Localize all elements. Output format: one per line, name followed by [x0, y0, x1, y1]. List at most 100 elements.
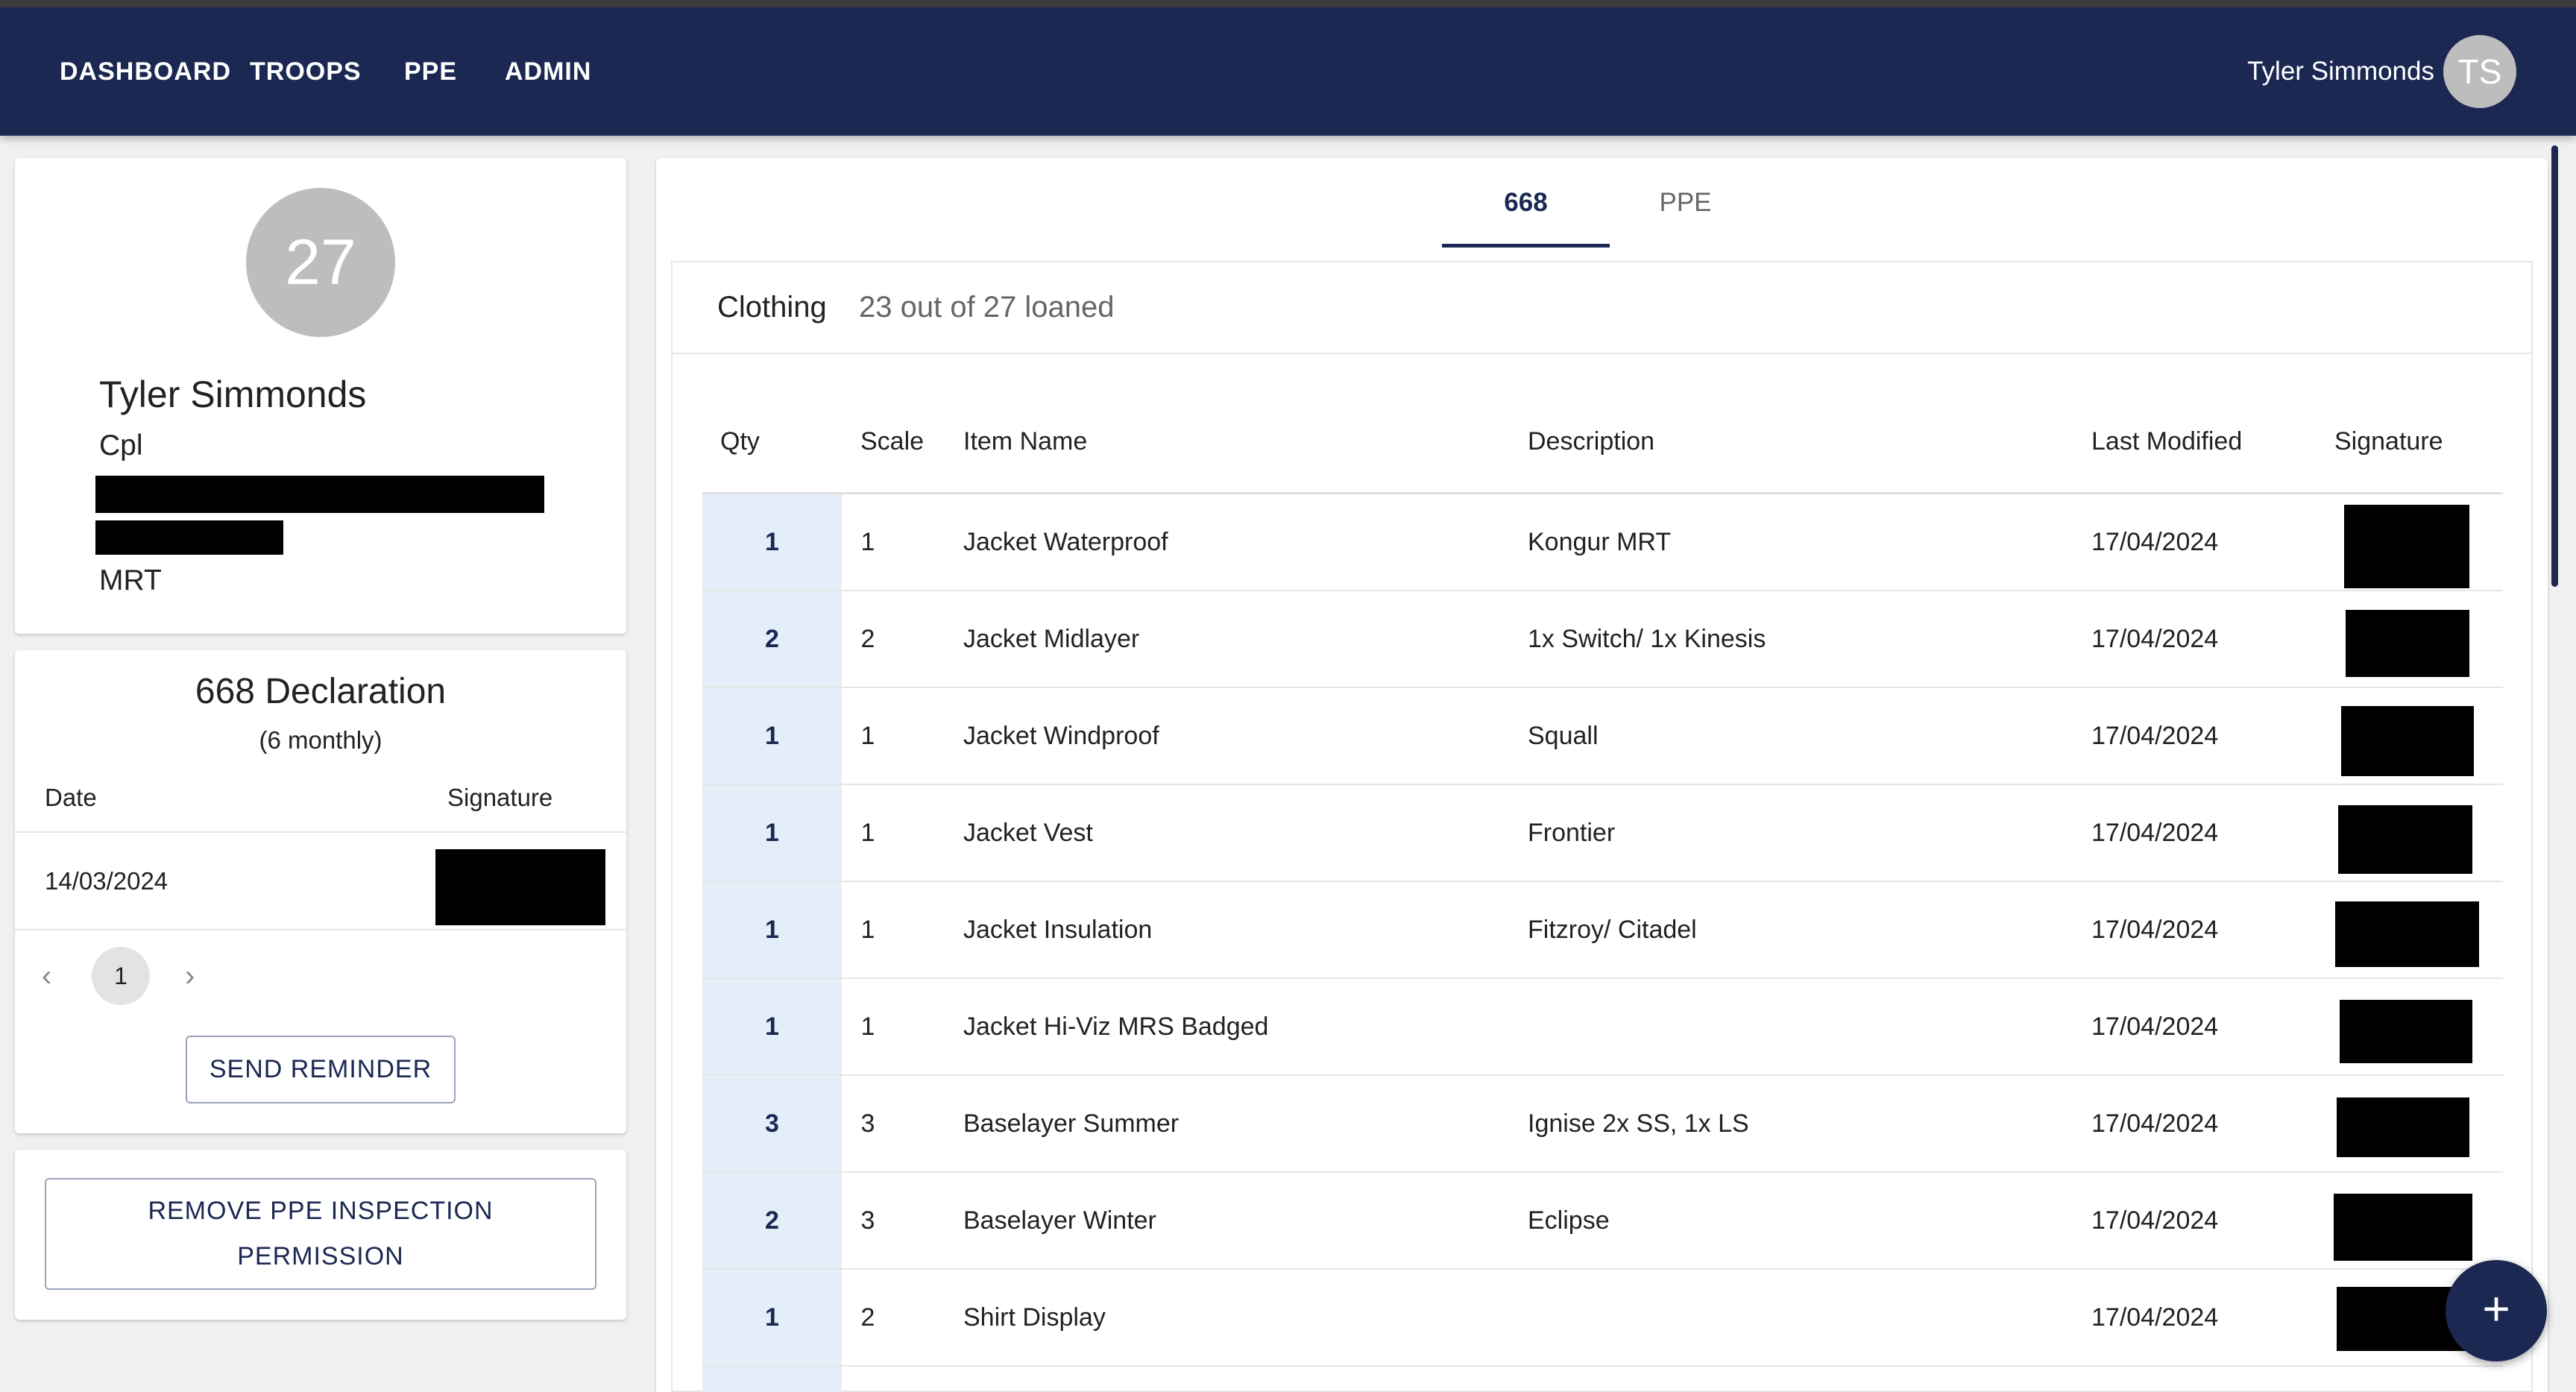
table-row[interactable]: 3 3 Baselayer Summer Ignise 2x SS, 1x LS 17/… — [702, 1076, 2503, 1173]
description-cell: Fitzroy/ Citadel — [1528, 916, 1697, 944]
add-item-button[interactable]: + — [2446, 1260, 2547, 1361]
qty-cell: 2 — [765, 1206, 779, 1235]
qty-cell: 1 — [765, 1012, 779, 1041]
declaration-col-signature: Signature — [447, 784, 553, 811]
qty-cell: 1 — [765, 819, 779, 847]
send-reminder-button[interactable]: SEND REMINDER — [186, 1036, 456, 1103]
signature-image — [2346, 610, 2469, 677]
table-row[interactable]: 2 2 Jacket Midlayer 1x Switch/ 1x Kinesis 17… — [702, 591, 2503, 688]
last-modified-cell: 17/04/2024 — [2091, 1012, 2219, 1041]
scale-cell: 1 — [860, 722, 875, 750]
table-row[interactable]: 1 1 Jacket Windproof Squall 17/04/2024 — [702, 688, 2503, 785]
signature-image — [435, 849, 605, 925]
table-row[interactable]: 1 1 Jacket Hi-Viz MRS Badged 17/04/2024 — [702, 979, 2503, 1076]
scale-cell: 3 — [860, 1109, 875, 1138]
declaration-col-date: Date — [45, 784, 97, 811]
button-label-line2: PERMISSION — [237, 1242, 404, 1270]
col-header-item-name[interactable]: Item Name — [963, 427, 1087, 456]
window-top-strip — [0, 0, 2576, 7]
table-row[interactable]: 1 2 Shirt Display 17/04/2024 — [702, 1270, 2503, 1367]
nav-dashboard[interactable]: DASHBOARD — [60, 7, 231, 136]
qty-cell: 1 — [765, 722, 779, 750]
remove-ppe-permission-button[interactable]: REMOVE PPE INSPECTION PERMISSION — [45, 1178, 596, 1290]
item-name-cell: Jacket Midlayer — [963, 625, 1140, 653]
nav-admin[interactable]: ADMIN — [505, 7, 591, 136]
qty-cell: 1 — [765, 1303, 779, 1332]
declaration-date: 14/03/2024 — [45, 867, 169, 895]
col-header-qty[interactable]: Qty — [720, 427, 760, 456]
scale-cell: 1 — [860, 528, 875, 556]
table-row[interactable]: 1 1 Jacket Waterproof Kongur MRT 17/04/2024 — [702, 494, 2503, 591]
col-header-last-modified[interactable]: Last Modified — [2091, 427, 2242, 456]
table-row[interactable]: 1 1 Jacket Vest Frontier 17/04/2024 — [702, 785, 2503, 882]
last-modified-cell: 17/04/2024 — [2091, 1206, 2219, 1235]
signature-image — [2334, 1194, 2472, 1261]
description-cell: Kongur MRT — [1528, 528, 1672, 556]
button-label-line1: REMOVE PPE INSPECTION — [148, 1197, 494, 1225]
item-name-cell: Shirt Display — [963, 1303, 1106, 1332]
description-cell: Eclipse — [1528, 1206, 1610, 1235]
item-name-cell: Baselayer Winter — [963, 1206, 1156, 1235]
redacted-field — [95, 520, 283, 555]
col-header-signature[interactable]: Signature — [2334, 427, 2443, 456]
col-header-description[interactable]: Description — [1528, 427, 1654, 456]
last-modified-cell: 17/04/2024 — [2091, 819, 2219, 847]
profile-name: Tyler Simmonds — [99, 374, 367, 415]
declaration-subtitle: (6 monthly) — [259, 726, 382, 754]
divider — [15, 929, 626, 930]
nav-ppe[interactable]: PPE — [404, 7, 457, 136]
nav-troops[interactable]: TROOPS — [250, 7, 362, 136]
description-cell: Squall — [1528, 722, 1599, 750]
app-bar: DASHBOARD TROOPS PPE ADMIN Tyler Simmond… — [0, 7, 2576, 136]
last-modified-cell: 17/04/2024 — [2091, 1109, 2219, 1138]
item-name-cell: Jacket Waterproof — [963, 528, 1168, 556]
loan-summary: 23 out of 27 loaned — [859, 291, 1115, 324]
signature-image — [2338, 805, 2472, 874]
signature-image — [2340, 1000, 2472, 1063]
divider — [15, 831, 626, 833]
signature-image — [2335, 901, 2479, 967]
qty-cell: 1 — [765, 528, 779, 556]
scale-cell: 3 — [860, 1206, 875, 1235]
tab-668[interactable]: 668 — [1442, 173, 1610, 248]
profile-rank: Cpl — [99, 429, 143, 462]
col-header-scale[interactable]: Scale — [860, 427, 924, 456]
divider — [673, 353, 2531, 354]
current-user-name[interactable]: Tyler Simmonds — [2247, 7, 2434, 136]
clothing-title: Clothing — [717, 291, 827, 324]
item-name-cell: Jacket Vest — [963, 819, 1093, 847]
qty-cell: 1 — [765, 916, 779, 944]
item-name-cell: Jacket Windproof — [963, 722, 1159, 750]
signature-image — [2344, 505, 2469, 588]
profile-team: MRT — [99, 564, 162, 596]
signature-image — [2341, 706, 2474, 776]
chevron-left-icon[interactable]: ‹ — [42, 960, 51, 993]
redacted-field — [95, 476, 544, 513]
item-name-cell: Baselayer Summer — [963, 1109, 1180, 1138]
table-row[interactable]: 2 3 Baselayer Winter Eclipse 17/04/2024 — [702, 1173, 2503, 1270]
declaration-title: 668 Declaration — [195, 672, 447, 711]
table-row[interactable]: 1 1 Jacket Insulation Fitzroy/ Citadel 17/04… — [702, 882, 2503, 979]
plus-icon: + — [2482, 1282, 2510, 1335]
scale-cell: 2 — [860, 1303, 875, 1332]
tab-ppe[interactable]: PPE — [1602, 173, 1769, 248]
pagination-page[interactable]: 1 — [92, 947, 150, 1005]
scale-cell: 2 — [860, 625, 875, 653]
qty-cell: 3 — [765, 1109, 779, 1138]
scale-cell: 1 — [860, 819, 875, 847]
item-name-cell: Jacket Insulation — [963, 916, 1153, 944]
scale-cell: 1 — [860, 1012, 875, 1041]
last-modified-cell: 17/04/2024 — [2091, 722, 2219, 750]
description-cell: Frontier — [1528, 819, 1616, 847]
last-modified-cell: 17/04/2024 — [2091, 916, 2219, 944]
scale-cell: 1 — [860, 916, 875, 944]
last-modified-cell: 17/04/2024 — [2091, 528, 2219, 556]
qty-cell: 2 — [765, 625, 779, 653]
last-modified-cell: 17/04/2024 — [2091, 1303, 2219, 1332]
user-avatar[interactable]: TS — [2443, 35, 2516, 108]
chevron-right-icon[interactable]: › — [185, 960, 195, 993]
profile-avatar: 27 — [246, 188, 395, 337]
scrollbar-thumb[interactable] — [2551, 145, 2558, 587]
signature-image — [2337, 1097, 2469, 1157]
description-cell: Ignise 2x SS, 1x LS — [1528, 1109, 1749, 1138]
